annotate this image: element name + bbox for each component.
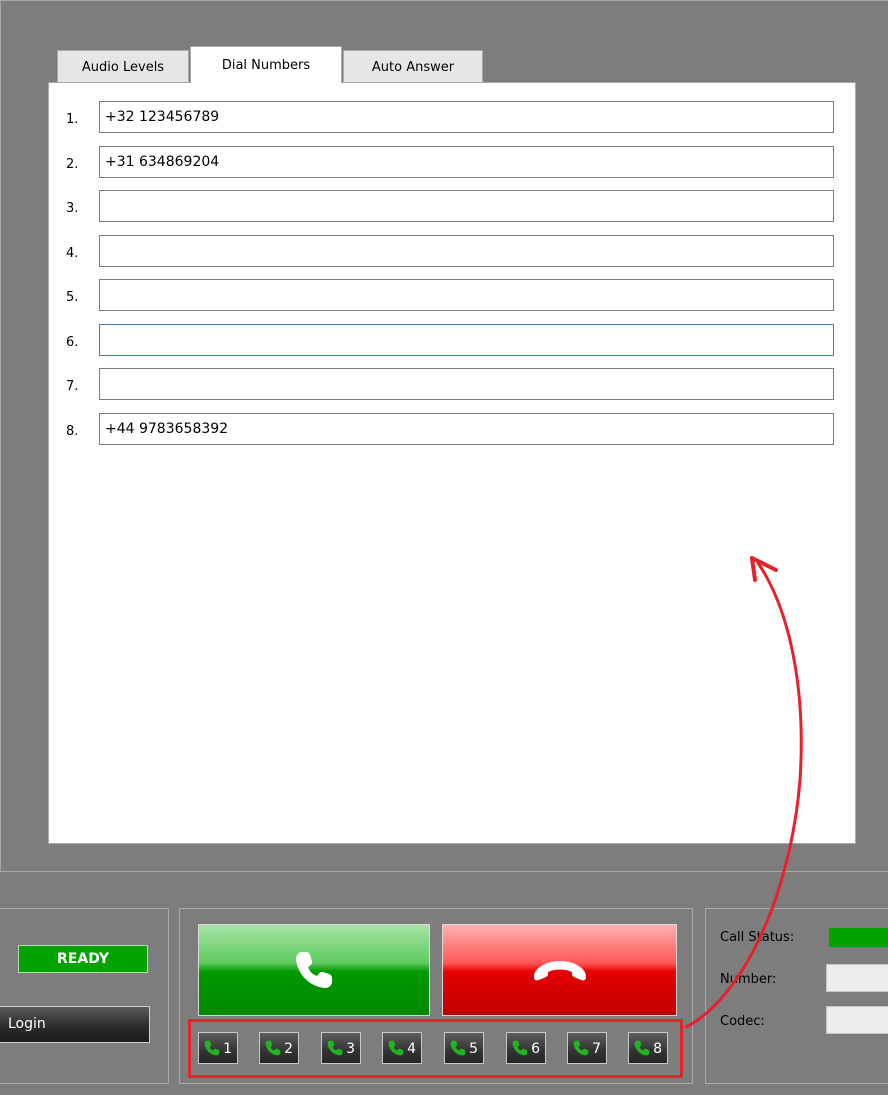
row-number-3: 3. bbox=[66, 201, 79, 216]
dial-number-8-input[interactable] bbox=[99, 413, 834, 445]
row-number-1: 1. bbox=[66, 112, 79, 127]
dial-number-5-input[interactable] bbox=[99, 279, 834, 311]
row-number-7: 7. bbox=[66, 379, 79, 394]
ready-status-indicator: READY bbox=[18, 945, 148, 973]
row-number-8: 8. bbox=[66, 424, 79, 439]
call-button[interactable] bbox=[198, 924, 430, 1016]
tab-dial-numbers[interactable]: Dial Numbers bbox=[190, 46, 342, 83]
row-number-5: 5. bbox=[66, 290, 79, 305]
phone-icon bbox=[296, 952, 332, 988]
tab-audio-levels[interactable]: Audio Levels bbox=[57, 50, 189, 82]
dial-number-3-input[interactable] bbox=[99, 190, 834, 222]
number-field bbox=[826, 964, 888, 992]
call-status-label: Call Status: bbox=[720, 930, 795, 945]
row-number-4: 4. bbox=[66, 246, 79, 261]
codec-field bbox=[826, 1006, 888, 1034]
hangup-phone-icon bbox=[533, 961, 586, 981]
tab-auto-answer[interactable]: Auto Answer bbox=[343, 50, 483, 82]
row-number-2: 2. bbox=[66, 157, 79, 172]
codec-label: Codec: bbox=[720, 1014, 765, 1029]
row-number-6: 6. bbox=[66, 335, 79, 350]
dial-number-2-input[interactable] bbox=[99, 146, 834, 178]
number-label: Number: bbox=[720, 972, 777, 987]
speed-dial-highlight-box bbox=[188, 1019, 683, 1078]
dial-number-4-input[interactable] bbox=[99, 235, 834, 267]
call-status-indicator bbox=[829, 928, 888, 947]
login-button[interactable]: Login bbox=[0, 1006, 150, 1043]
connection-group bbox=[0, 908, 169, 1084]
dial-number-1-input[interactable] bbox=[99, 101, 834, 133]
dial-number-6-input[interactable] bbox=[99, 324, 834, 356]
dial-number-7-input[interactable] bbox=[99, 368, 834, 400]
hangup-button[interactable] bbox=[442, 924, 677, 1016]
